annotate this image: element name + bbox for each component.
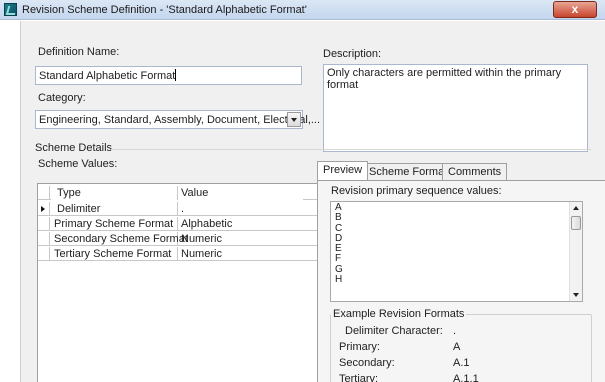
tab-comments[interactable]: Comments: [442, 163, 508, 180]
example-value: A.1.1: [453, 373, 479, 382]
example-label: Tertiary:: [339, 373, 379, 382]
table-row[interactable]: Tertiary Scheme Format Numeric: [38, 247, 323, 261]
example-value: .: [453, 325, 457, 337]
row-type[interactable]: Delimiter: [51, 202, 178, 216]
row-type[interactable]: Secondary Scheme Format: [51, 232, 188, 246]
chevron-down-icon[interactable]: [287, 112, 301, 127]
definition-name-value: Standard Alphabetic Format: [39, 70, 176, 82]
sequence-values-list[interactable]: A B C D E F G H: [330, 201, 583, 302]
row-indicator: [38, 202, 50, 216]
description-value: Only characters are permitted within the…: [327, 67, 562, 91]
app-icon: [4, 3, 17, 16]
example-label: Primary:: [339, 341, 380, 353]
list-item[interactable]: A: [331, 202, 582, 213]
scheme-values-grid: Type Value Delimiter . Primary Scheme Fo…: [37, 183, 324, 382]
list-item[interactable]: C: [331, 223, 582, 234]
grid-header: Type Value: [38, 186, 323, 200]
window-title: Revision Scheme Definition - 'Standard A…: [22, 4, 307, 16]
tab-preview[interactable]: Preview: [317, 161, 369, 180]
vertical-scrollbar[interactable]: [569, 202, 582, 301]
list-item[interactable]: H: [331, 274, 582, 285]
current-row-arrow-icon: [41, 206, 45, 212]
scheme-values-label: Scheme Values:: [38, 158, 118, 170]
description-input[interactable]: Only characters are permitted within the…: [323, 64, 588, 152]
text-caret: [175, 69, 177, 81]
list-item[interactable]: B: [331, 212, 582, 223]
row-indicator: [38, 232, 50, 246]
list-item[interactable]: D: [331, 233, 582, 244]
preview-tab-page: Revision primary sequence values: A B C …: [317, 180, 605, 382]
row-value[interactable]: Alphabetic: [178, 217, 303, 231]
list-item[interactable]: E: [331, 243, 582, 254]
description-label: Description:: [323, 48, 382, 60]
example-formats-group: Example Revision Formats Delimiter Chara…: [330, 308, 592, 382]
example-formats-title: Example Revision Formats: [331, 308, 467, 320]
scroll-up-icon[interactable]: [573, 206, 579, 210]
header-indicator-cell: [38, 186, 50, 200]
row-value[interactable]: .: [178, 202, 303, 216]
example-label: Secondary:: [339, 357, 395, 369]
table-row[interactable]: Delimiter .: [38, 202, 323, 216]
row-type[interactable]: Primary Scheme Format: [51, 217, 178, 231]
list-item[interactable]: F: [331, 254, 582, 265]
scheme-details-divider: [111, 149, 591, 150]
dialog-body: Definition Name: Standard Alphabetic For…: [20, 21, 605, 382]
scroll-thumb[interactable]: [571, 216, 581, 230]
table-row[interactable]: Primary Scheme Format Alphabetic: [38, 217, 323, 231]
title-bar: Revision Scheme Definition - 'Standard A…: [0, 0, 605, 20]
category-value: Engineering, Standard, Assembly, Documen…: [39, 114, 321, 126]
example-value: A.1: [453, 357, 470, 369]
category-dropdown[interactable]: Engineering, Standard, Assembly, Documen…: [35, 110, 320, 129]
column-header-type[interactable]: Type: [51, 186, 178, 200]
row-type[interactable]: Tertiary Scheme Format: [51, 247, 178, 261]
table-row[interactable]: Secondary Scheme Format Numeric: [38, 232, 323, 246]
list-item[interactable]: G: [331, 264, 582, 275]
row-value[interactable]: Numeric: [178, 247, 303, 261]
example-value: A: [453, 341, 461, 353]
definition-name-label: Definition Name:: [38, 46, 120, 58]
row-indicator: [38, 247, 50, 261]
tab-scheme-format[interactable]: Scheme Format: [363, 163, 454, 180]
scroll-down-icon[interactable]: [573, 293, 579, 297]
example-label: Delimiter Character:: [345, 325, 443, 337]
definition-name-input[interactable]: Standard Alphabetic Format: [35, 66, 302, 85]
sequence-values-label: Revision primary sequence values:: [331, 185, 502, 197]
column-header-value[interactable]: Value: [178, 186, 303, 200]
close-button[interactable]: x: [553, 1, 597, 18]
row-value[interactable]: Numeric: [178, 232, 303, 246]
category-label: Category:: [38, 92, 86, 104]
scheme-details-label: Scheme Details: [35, 142, 113, 154]
row-indicator: [38, 217, 50, 231]
